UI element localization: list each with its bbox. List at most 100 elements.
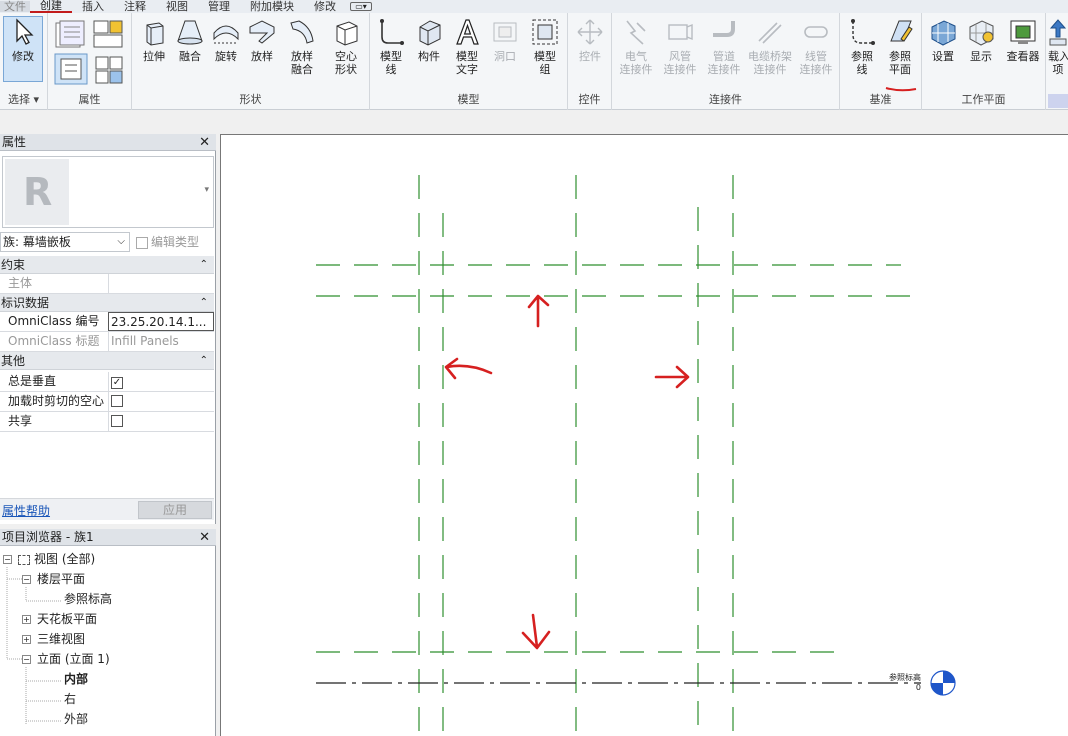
component-button[interactable]: 构件 <box>410 17 448 63</box>
apply-button[interactable]: 应用 <box>138 501 212 519</box>
shared-label: 共享 <box>8 414 33 428</box>
swept-blend-button[interactable]: 放样 融合 <box>282 17 322 76</box>
duct-connector-button[interactable]: 风管 连接件 <box>658 17 702 76</box>
type-selector[interactable]: R ▾ <box>2 156 214 228</box>
revolve-label: 旋转 <box>215 50 237 63</box>
close-icon[interactable]: ✕ <box>199 134 210 151</box>
swept-blend-label: 放样 融合 <box>291 50 313 76</box>
model-panel: 模型线 构件 模型 文字 洞口 模型组 模型 <box>370 13 568 110</box>
void-forms-button[interactable]: 空心 形状 <box>326 17 366 76</box>
chevron-down-icon[interactable]: ▾ <box>204 185 209 195</box>
show-workplane-button[interactable]: 显示 <box>962 17 1000 63</box>
cable-tray-connector-label: 电缆桥架 连接件 <box>748 50 792 76</box>
show-workplane-icon <box>969 20 994 46</box>
load-into-project-button[interactable]: 载入项 <box>1048 17 1068 76</box>
arrow-down-annotation <box>521 613 551 650</box>
reference-plane-button[interactable]: 参照 平面 <box>882 17 918 76</box>
properties-title: 属性 <box>2 135 27 149</box>
swept-blend-icon <box>290 20 314 44</box>
row-omniclass-title: OmniClass 标题 Infill Panels <box>0 332 214 352</box>
section-identity[interactable]: 标识数据 ⌃ <box>0 294 214 312</box>
row-shared: 共享 <box>0 412 214 432</box>
electrical-connector-button[interactable]: 电气 连接件 <box>614 17 658 76</box>
blend-button[interactable]: 融合 <box>172 17 208 63</box>
workplane-viewer-button[interactable]: 查看器 <box>1002 17 1044 63</box>
menu-item-6[interactable]: 附加模块 <box>240 1 304 12</box>
arrow-right-annotation <box>654 365 690 389</box>
svg-text:R: R <box>23 170 52 214</box>
set-workplane-button[interactable]: 设置 <box>924 17 962 63</box>
model-line-button[interactable]: 模型线 <box>372 17 410 76</box>
omniclass-number-value[interactable]: 23.25.20.14.1... <box>108 312 214 331</box>
section-constraints[interactable]: 约束 ⌃ <box>0 256 214 274</box>
menu-item-2[interactable]: 插入 <box>72 1 114 12</box>
family-dropdown[interactable]: 族: 幕墙嵌板 ⌵ <box>0 232 130 252</box>
model-group-button[interactable]: 模型组 <box>526 17 564 76</box>
cursor-icon <box>16 18 34 45</box>
workplane-viewer-label: 查看器 <box>1006 50 1040 63</box>
edit-type-button[interactable]: 编辑类型 <box>136 232 216 252</box>
elevation-view[interactable]: 参照标高 0 <box>221 135 1068 736</box>
model-panel-label: 模型 <box>457 93 480 106</box>
opening-button[interactable]: 洞口 <box>486 17 524 63</box>
level-head[interactable]: 参照标高 0 <box>889 670 956 696</box>
project-browser: 项目浏览器 - 族1 ✕ − 视图 (全部) − 楼层平面 参照标高 + 天花板平面 … <box>0 529 216 736</box>
cable-tray-connector-button[interactable]: 电缆桥架 连接件 <box>746 17 794 76</box>
cut-void-checkbox[interactable] <box>111 395 123 407</box>
menu-item-3[interactable]: 注释 <box>114 1 156 12</box>
sweep-button[interactable]: 放样 <box>244 17 280 63</box>
show-workplane-label: 显示 <box>970 50 992 63</box>
always-vertical-label: 总是垂直 <box>8 374 57 388</box>
arrow-left-annotation <box>444 357 493 380</box>
model-text-label: 模型 文字 <box>456 50 478 76</box>
pipe-connector-button[interactable]: 管道 连接件 <box>702 17 746 76</box>
row-host: 主体 <box>0 274 214 294</box>
menu-item-5[interactable]: 管理 <box>198 1 240 12</box>
always-vertical-value: ✓ <box>108 372 214 391</box>
family-parameters-icon[interactable] <box>92 53 126 85</box>
properties-help-link[interactable]: 属性帮助 <box>2 502 50 519</box>
set-workplane-icon <box>931 20 956 46</box>
set-workplane-label: 设置 <box>932 50 954 63</box>
drawing-canvas[interactable]: 参照标高 0 <box>220 134 1068 736</box>
reference-line-label: 参照线 <box>851 50 873 76</box>
level-value: 0 <box>916 683 921 692</box>
model-text-button[interactable]: 模型 文字 <box>448 17 486 76</box>
menu-item-0[interactable]: 文件 <box>0 1 30 12</box>
model-group-icon <box>532 19 558 45</box>
revolve-button[interactable]: 旋转 <box>208 17 244 63</box>
conduit-connector-button[interactable]: 线管 连接件 <box>794 17 838 76</box>
forms-panel-label: 形状 <box>239 93 262 106</box>
section-identity-label: 标识数据 <box>1 296 50 310</box>
type-properties-icon[interactable] <box>54 53 88 85</box>
control-label: 控件 <box>579 50 601 63</box>
cut-void-label: 加载时剪切的空心 <box>8 394 105 408</box>
select-panel: 修改 选择 ▾ <box>0 13 48 110</box>
reference-line-button[interactable]: 参照线 <box>844 17 880 76</box>
section-other[interactable]: 其他 ⌃ <box>0 352 214 370</box>
conduit-connector-icon <box>804 26 828 38</box>
menu-item-4[interactable]: 视图 <box>156 1 198 12</box>
sweep-icon <box>249 20 275 44</box>
revolve-icon <box>213 25 239 44</box>
chevron-down-icon: ⌵ <box>117 236 125 247</box>
menu-item-1[interactable]: 创建 <box>30 0 72 13</box>
menu-item-7[interactable]: 修改 <box>304 1 346 12</box>
reference-plane-icon <box>890 20 913 42</box>
row-always-vertical: 总是垂直 ✓ <box>0 372 214 392</box>
shared-checkbox[interactable] <box>111 415 123 427</box>
family-types-icon[interactable] <box>54 19 88 51</box>
properties-panel: 属性 <box>48 13 132 110</box>
family-category-icon[interactable] <box>92 19 126 51</box>
void-forms-label: 空心 形状 <box>335 50 357 76</box>
sweep-label: 放样 <box>251 50 273 63</box>
select-panel-label[interactable]: 选择 ▾ <box>0 91 47 107</box>
edit-type-icon <box>136 236 148 249</box>
ribbon: 修改 选择 ▾ 属性 拉伸 融合 旋转 放样 放样 融合 空心 形状 形状 模型… <box>0 13 1068 110</box>
quick-access-dropdown-icon[interactable]: ▭▾ <box>350 2 372 11</box>
always-vertical-checkbox[interactable]: ✓ <box>111 377 123 389</box>
extrusion-button[interactable]: 拉伸 <box>136 17 172 63</box>
control-panel-label: 控件 <box>578 93 601 106</box>
modify-button[interactable]: 修改 <box>3 16 43 82</box>
control-button[interactable]: 控件 <box>571 17 609 63</box>
